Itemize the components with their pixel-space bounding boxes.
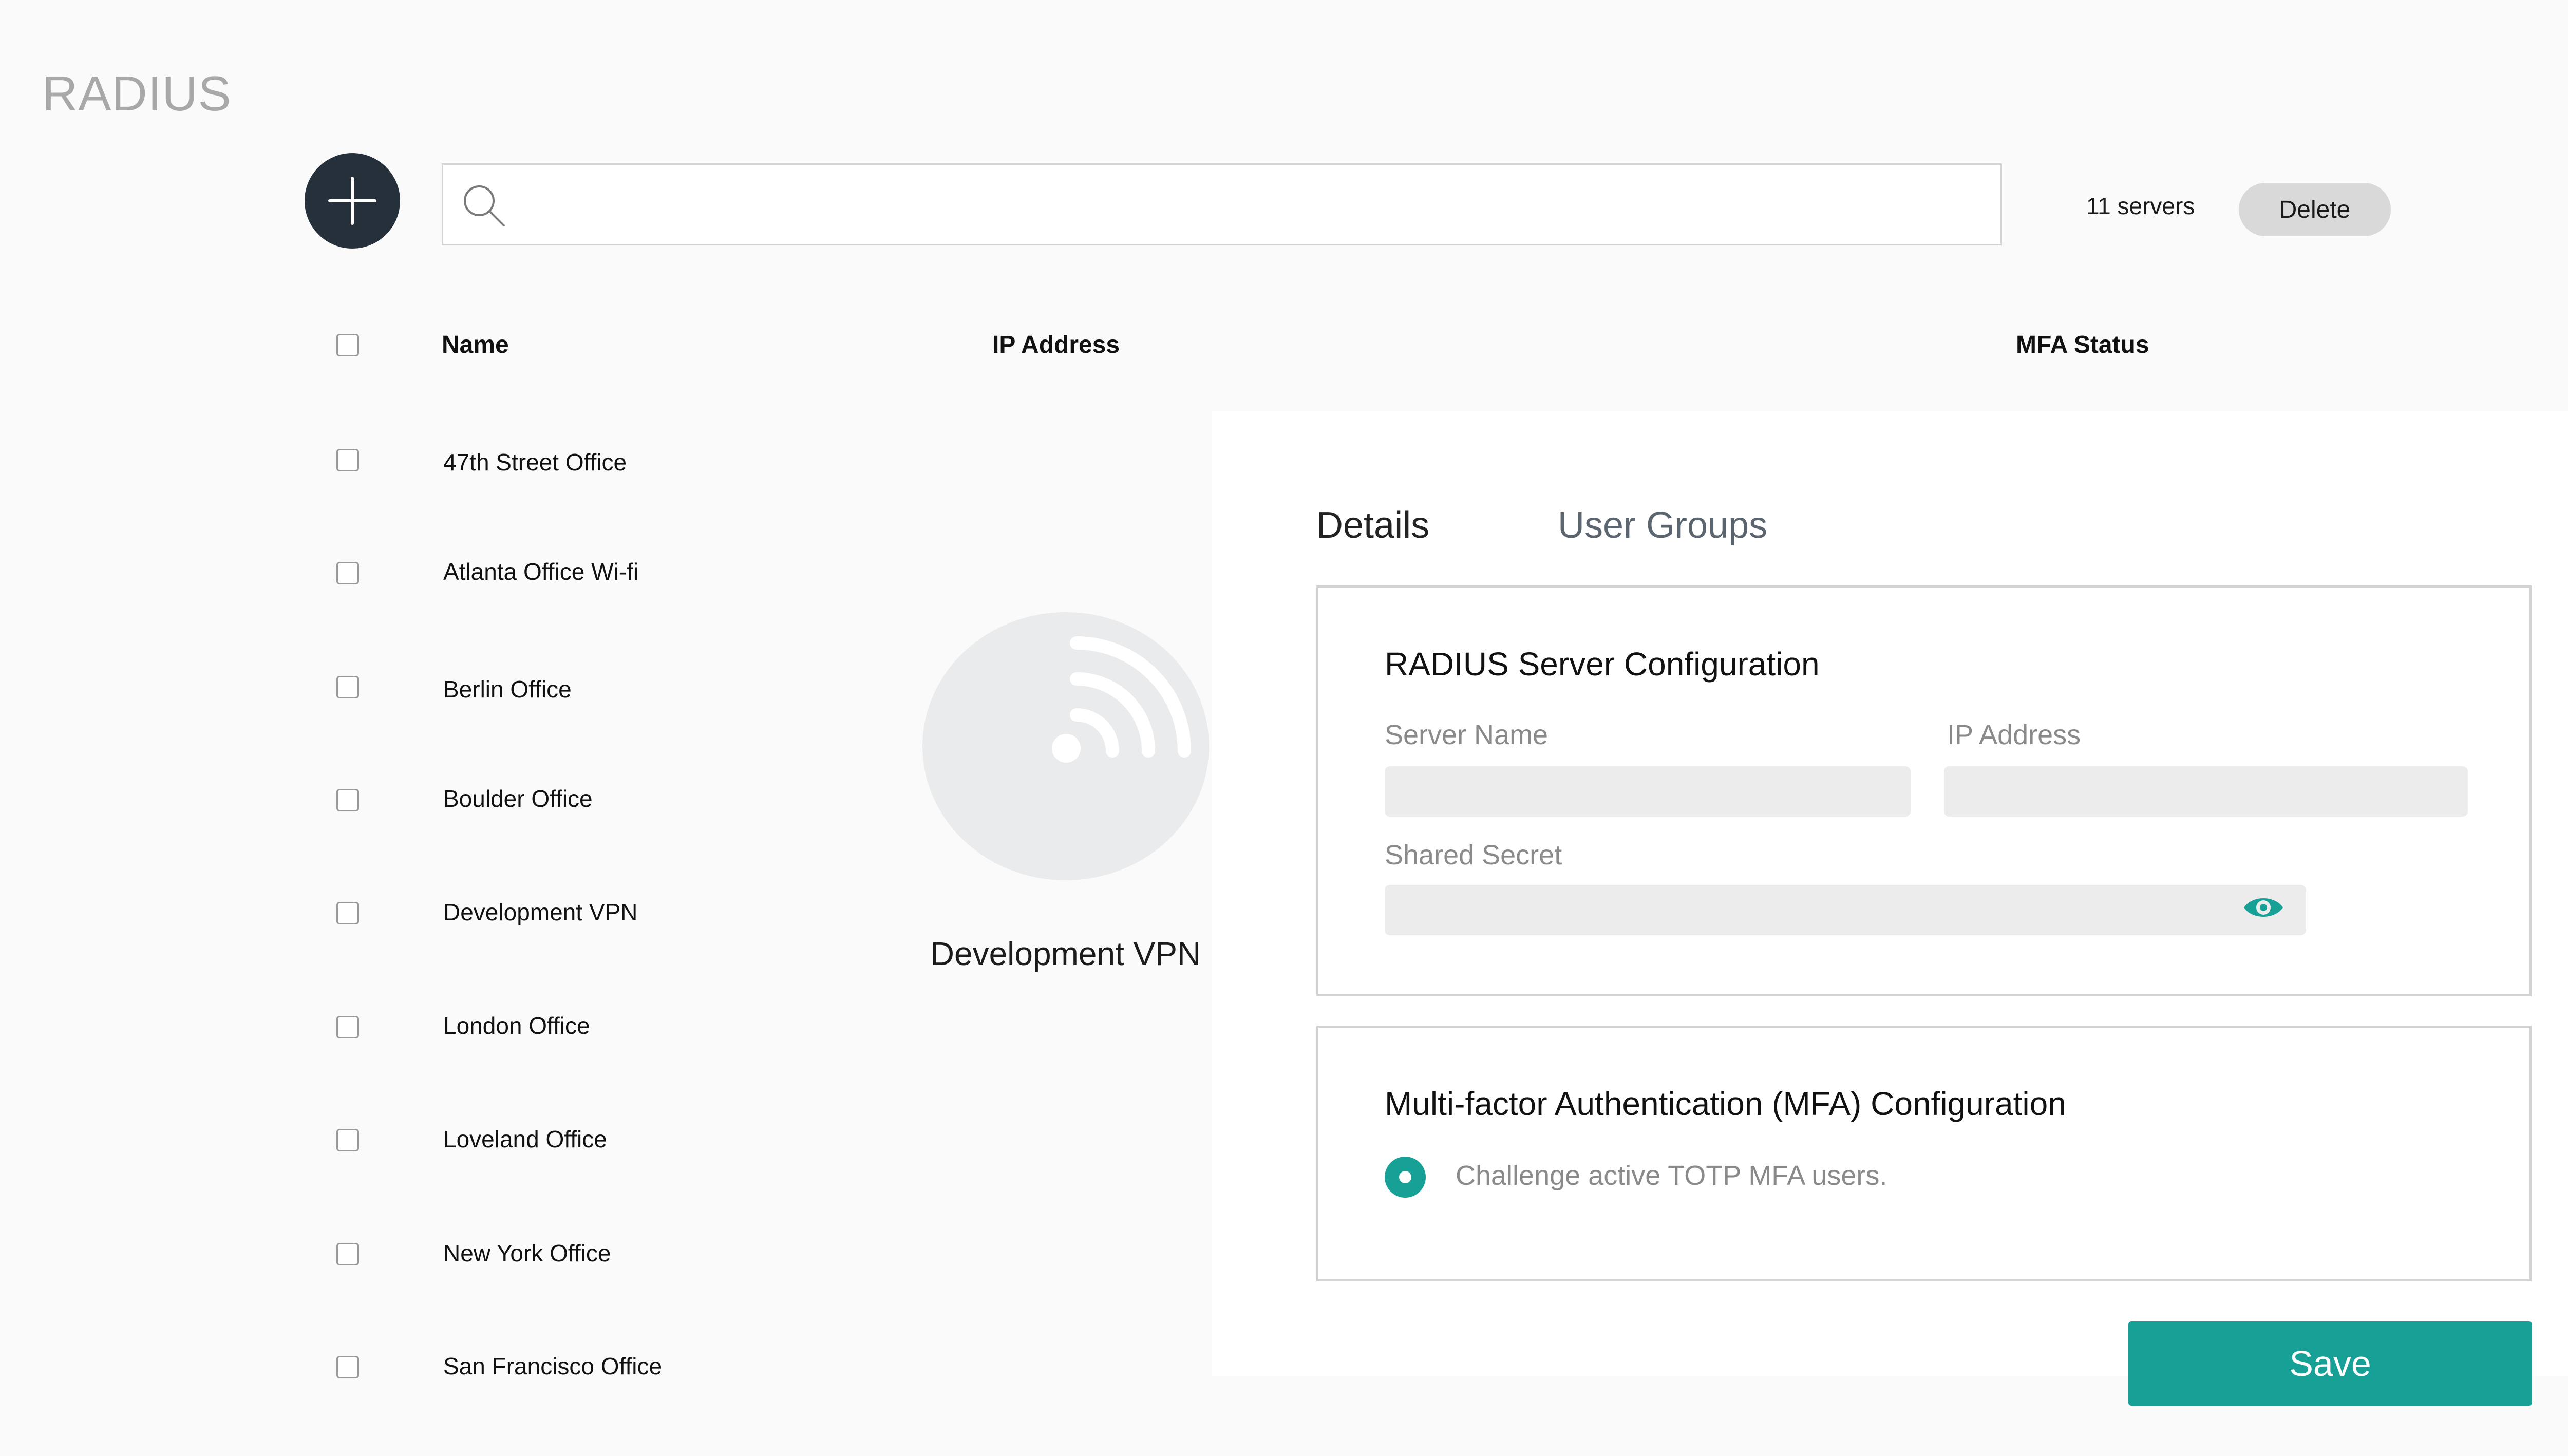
tab-user-groups[interactable]: User Groups	[1558, 504, 1767, 546]
select-all-checkbox[interactable]	[336, 334, 359, 356]
selected-server-name: Development VPN	[930, 935, 1201, 972]
server-count: 11 servers	[2086, 193, 2195, 219]
row-checkbox[interactable]	[336, 902, 359, 924]
row-checkbox[interactable]	[336, 676, 359, 698]
page-title: RADIUS	[42, 66, 232, 121]
add-server-button[interactable]	[305, 153, 400, 249]
mfa-config-title: Multi-factor Authentication (MFA) Config…	[1385, 1085, 2066, 1122]
server-name-label: Server Name	[1385, 720, 1549, 750]
server-avatar	[922, 612, 1209, 880]
server-name-cell[interactable]: 47th Street Office	[443, 448, 627, 476]
server-name-cell[interactable]: Atlanta Office Wi-fi	[443, 558, 638, 585]
row-checkbox[interactable]	[336, 1016, 359, 1038]
row-checkbox[interactable]	[336, 789, 359, 811]
ip-address-label: IP Address	[1947, 720, 2081, 750]
search-icon	[464, 185, 505, 226]
server-name-cell[interactable]: New York Office	[443, 1239, 611, 1267]
column-header-name[interactable]: Name	[442, 331, 509, 359]
column-header-ip-address[interactable]: IP Address	[992, 331, 1120, 359]
search-input[interactable]	[525, 175, 1986, 236]
shared-secret-label: Shared Secret	[1385, 840, 1562, 871]
server-name-cell[interactable]: San Francisco Office	[443, 1352, 662, 1380]
row-checkbox[interactable]	[336, 1129, 359, 1151]
server-name-cell[interactable]: London Office	[443, 1012, 590, 1039]
tab-details[interactable]: Details	[1316, 504, 1429, 546]
column-header-mfa-status[interactable]: MFA Status	[2016, 331, 2149, 359]
search-field[interactable]	[442, 163, 2002, 245]
delete-button[interactable]: Delete	[2239, 183, 2391, 236]
server-name-cell[interactable]: Loveland Office	[443, 1125, 607, 1153]
row-checkbox[interactable]	[336, 1356, 359, 1378]
wifi-icon	[1052, 636, 1191, 763]
shared-secret-field[interactable]	[1385, 885, 2306, 935]
ip-address-field[interactable]	[1944, 766, 2468, 817]
server-name-field[interactable]	[1385, 766, 1911, 817]
server-name-cell[interactable]: Berlin Office	[443, 675, 572, 703]
eye-icon[interactable]	[2242, 892, 2285, 923]
save-button[interactable]: Save	[2128, 1321, 2532, 1406]
row-checkbox[interactable]	[336, 449, 359, 471]
server-name-cell[interactable]: Boulder Office	[443, 785, 593, 812]
mfa-config-card	[1316, 1026, 2532, 1281]
totp-mfa-radio[interactable]	[1385, 1157, 1426, 1198]
row-checkbox[interactable]	[336, 1243, 359, 1265]
totp-mfa-label[interactable]: Challenge active TOTP MFA users.	[1456, 1160, 1887, 1192]
radius-config-title: RADIUS Server Configuration	[1385, 646, 1820, 683]
server-name-cell[interactable]: Development VPN	[443, 898, 637, 926]
row-checkbox[interactable]	[336, 562, 359, 584]
